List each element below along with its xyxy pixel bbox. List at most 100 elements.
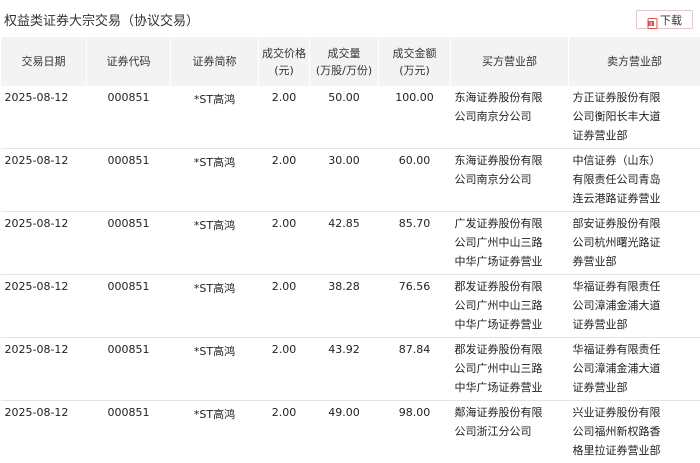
- branch-line: 公司广州中山三路: [455, 359, 569, 378]
- cell-price: 2.00: [259, 401, 310, 463]
- branch-line: 公司杭州曙光路证: [573, 233, 700, 252]
- cell-security-name: *ST高鸿: [171, 401, 259, 463]
- branch-line: 公司广州中山三路: [455, 296, 569, 315]
- cell-volume: 38.28: [310, 275, 379, 338]
- cell-security-code: 000851: [87, 275, 171, 338]
- branch-line: 公司漳浦金浦大道: [573, 359, 700, 378]
- cell-buyer-branch: 郡发证券股份有限公司广州中山三路中华广场证券营业: [451, 338, 569, 401]
- cell-buyer-branch: 郡发证券股份有限公司广州中山三路中华广场证券营业: [451, 275, 569, 338]
- table-row: 2025-08-12000851*ST高鸿2.0050.00100.00东海证券…: [1, 86, 700, 149]
- cell-volume: 49.00: [310, 401, 379, 463]
- branch-line: 公司衡阳长丰大道: [573, 107, 700, 126]
- cell-trade-date: 2025-08-12: [1, 212, 87, 275]
- header-price: 成交价格(元): [259, 37, 310, 86]
- cell-buyer-branch: 东海证券股份有限公司南京分公司: [451, 86, 569, 149]
- block-trade-table: 交易日期 证券代码 证券简称 成交价格(元) 成交量(万股/万份) 成交金额(万…: [0, 37, 700, 463]
- cell-price: 2.00: [259, 338, 310, 401]
- cell-security-code: 000851: [87, 212, 171, 275]
- branch-line: 东海证券股份有限: [455, 151, 569, 170]
- cell-security-code: 000851: [87, 338, 171, 401]
- branch-line: 东海证券股份有限: [455, 88, 569, 107]
- table-row: 2025-08-12000851*ST高鸿2.0043.9287.84郡发证券股…: [1, 338, 700, 401]
- branch-line: 中信证券（山东）: [573, 151, 700, 170]
- branch-line: 部安证券股份有限: [573, 214, 700, 233]
- cell-amount: 100.00: [379, 86, 451, 149]
- download-button[interactable]: X 下载: [636, 10, 693, 29]
- cell-volume: 30.00: [310, 149, 379, 212]
- branch-line: 广发证券股份有限: [455, 214, 569, 233]
- header-seller: 卖方营业部: [569, 37, 700, 86]
- branch-line: 中华广场证券营业: [455, 252, 569, 271]
- branch-line: 公司南京分公司: [455, 107, 569, 126]
- svg-text:X: X: [649, 21, 652, 27]
- cell-trade-date: 2025-08-12: [1, 275, 87, 338]
- branch-line: 公司广州中山三路: [455, 233, 569, 252]
- branch-line: 券营业部: [573, 252, 700, 271]
- branch-line: 公司浙江分公司: [455, 422, 569, 441]
- header-date: 交易日期: [1, 37, 87, 86]
- header-name: 证券简称: [171, 37, 259, 86]
- cell-security-name: *ST高鸿: [171, 338, 259, 401]
- branch-line: 鄰海证券股份有限: [455, 403, 569, 422]
- cell-price: 2.00: [259, 149, 310, 212]
- header-code: 证券代码: [87, 37, 171, 86]
- branch-line: 公司漳浦金浦大道: [573, 296, 700, 315]
- table-row: 2025-08-12000851*ST高鸿2.0049.0098.00鄰海证券股…: [1, 401, 700, 463]
- header-amount: 成交金额(万元): [379, 37, 451, 86]
- table-header-row: 交易日期 证券代码 证券简称 成交价格(元) 成交量(万股/万份) 成交金额(万…: [1, 37, 700, 86]
- cell-trade-date: 2025-08-12: [1, 149, 87, 212]
- cell-seller-branch: 兴业证券股份有限公司福州新权路香格里拉证券营业部: [569, 401, 700, 463]
- branch-line: 郡发证券股份有限: [455, 340, 569, 359]
- branch-line: 公司南京分公司: [455, 170, 569, 189]
- download-label: 下载: [660, 12, 682, 28]
- cell-security-code: 000851: [87, 86, 171, 149]
- cell-amount: 85.70: [379, 212, 451, 275]
- cell-amount: 60.00: [379, 149, 451, 212]
- branch-line: 兴业证券股份有限: [573, 403, 700, 422]
- cell-seller-branch: 方正证券股份有限公司衡阳长丰大道证券营业部: [569, 86, 700, 149]
- table-row: 2025-08-12000851*ST高鸿2.0038.2876.56郡发证券股…: [1, 275, 700, 338]
- cell-volume: 50.00: [310, 86, 379, 149]
- cell-seller-branch: 华福证券有限责任公司漳浦金浦大道证券营业部: [569, 338, 700, 401]
- cell-seller-branch: 中信证券（山东）有限责任公司青岛连云港路证券营业: [569, 149, 700, 212]
- header-volume: 成交量(万股/万份): [310, 37, 379, 86]
- branch-line: 中华广场证券营业: [455, 378, 569, 397]
- page-title: 权益类证券大宗交易（协议交易）: [4, 10, 199, 29]
- cell-security-code: 000851: [87, 401, 171, 463]
- cell-security-name: *ST高鸿: [171, 86, 259, 149]
- cell-seller-branch: 部安证券股份有限公司杭州曙光路证券营业部: [569, 212, 700, 275]
- cell-security-code: 000851: [87, 149, 171, 212]
- cell-seller-branch: 华福证券有限责任公司漳浦金浦大道证券营业部: [569, 275, 700, 338]
- cell-buyer-branch: 东海证券股份有限公司南京分公司: [451, 149, 569, 212]
- branch-line: 连云港路证券营业: [573, 189, 700, 208]
- header-buyer: 买方营业部: [451, 37, 569, 86]
- branch-line: 格里拉证券营业部: [573, 441, 700, 460]
- cell-trade-date: 2025-08-12: [1, 338, 87, 401]
- page-header: 权益类证券大宗交易（协议交易） X 下载: [0, 0, 700, 37]
- cell-security-name: *ST高鸿: [171, 275, 259, 338]
- table-row: 2025-08-12000851*ST高鸿2.0030.0060.00东海证券股…: [1, 149, 700, 212]
- branch-line: 证券营业部: [573, 315, 700, 334]
- branch-line: 方正证券股份有限: [573, 88, 700, 107]
- cell-price: 2.00: [259, 212, 310, 275]
- cell-security-name: *ST高鸿: [171, 149, 259, 212]
- cell-price: 2.00: [259, 86, 310, 149]
- cell-amount: 98.00: [379, 401, 451, 463]
- table-row: 2025-08-12000851*ST高鸿2.0042.8585.70广发证券股…: [1, 212, 700, 275]
- cell-trade-date: 2025-08-12: [1, 401, 87, 463]
- branch-line: 有限责任公司青岛: [573, 170, 700, 189]
- branch-line: 证券营业部: [573, 378, 700, 397]
- branch-line: 证券营业部: [573, 126, 700, 145]
- branch-line: 公司福州新权路香: [573, 422, 700, 441]
- cell-amount: 87.84: [379, 338, 451, 401]
- branch-line: 华福证券有限责任: [573, 277, 700, 296]
- excel-download-icon: X: [647, 14, 658, 25]
- cell-buyer-branch: 广发证券股份有限公司广州中山三路中华广场证券营业: [451, 212, 569, 275]
- cell-amount: 76.56: [379, 275, 451, 338]
- branch-line: 郡发证券股份有限: [455, 277, 569, 296]
- branch-line: 华福证券有限责任: [573, 340, 700, 359]
- cell-price: 2.00: [259, 275, 310, 338]
- cell-volume: 43.92: [310, 338, 379, 401]
- cell-volume: 42.85: [310, 212, 379, 275]
- cell-buyer-branch: 鄰海证券股份有限公司浙江分公司: [451, 401, 569, 463]
